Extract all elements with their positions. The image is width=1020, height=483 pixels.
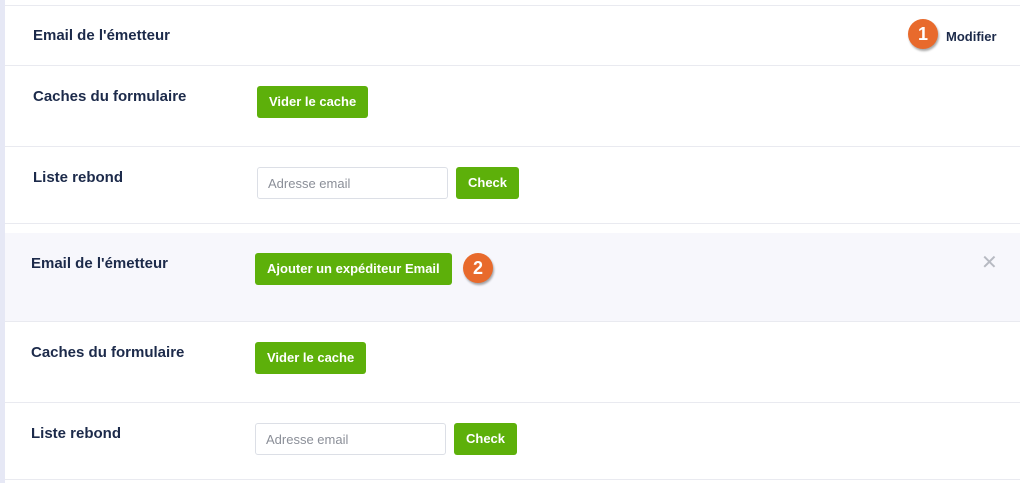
close-icon[interactable]: ✕: [981, 253, 998, 273]
bounce-list-row: Liste rebond Check: [5, 403, 1020, 480]
clear-cache-button[interactable]: Vider le cache: [257, 86, 369, 118]
sender-email-row: Email de l'émetteur Ajouter un expéditeu…: [5, 233, 1020, 322]
settings-panel-before: Email de l'émetteur 1 Modifier Caches du…: [5, 0, 1020, 224]
bounce-list-label: Liste rebond: [31, 425, 122, 442]
add-sender-email-button[interactable]: Ajouter un expéditeur Email: [255, 253, 452, 285]
form-cache-row: Caches du formulaire Vider le cache: [5, 66, 1020, 147]
check-button[interactable]: Check: [456, 167, 520, 199]
sender-email-row: Email de l'émetteur 1 Modifier: [5, 5, 1020, 66]
sender-email-label: Email de l'émetteur: [33, 27, 170, 44]
modify-link[interactable]: Modifier: [946, 29, 997, 44]
settings-panel-after: Email de l'émetteur Ajouter un expéditeu…: [5, 233, 1020, 483]
email-address-input[interactable]: [257, 167, 448, 199]
form-cache-row: Caches du formulaire Vider le cache: [5, 322, 1020, 403]
sender-email-label: Email de l'émetteur: [31, 255, 168, 272]
step-badge-2: 2: [463, 253, 493, 283]
email-address-input[interactable]: [255, 423, 446, 455]
check-button[interactable]: Check: [454, 423, 518, 455]
clear-cache-button[interactable]: Vider le cache: [255, 342, 367, 374]
form-cache-label: Caches du formulaire: [33, 88, 187, 105]
bounce-list-row: Liste rebond Check: [5, 147, 1020, 224]
step-badge-1: 1: [908, 19, 938, 49]
form-cache-label: Caches du formulaire: [31, 344, 185, 361]
bounce-list-label: Liste rebond: [33, 169, 124, 186]
